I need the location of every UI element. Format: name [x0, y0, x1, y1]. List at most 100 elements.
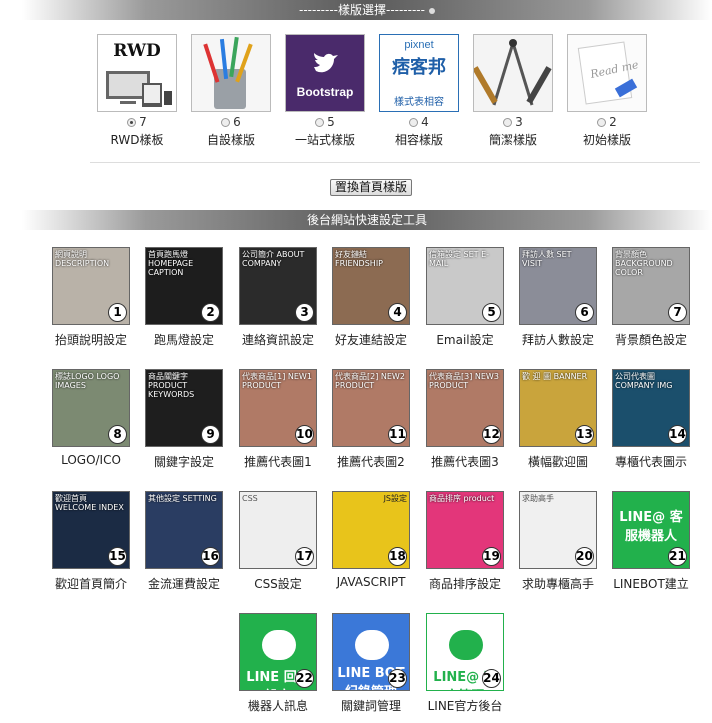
- tool-item-19[interactable]: 商品排序 product 19 商品排序設定: [418, 491, 512, 592]
- tool-label[interactable]: 關鍵字設定: [137, 453, 231, 470]
- tool-caption: 代表商品[3] NEW3 PRODUCT: [429, 372, 499, 390]
- tool-label[interactable]: 拜訪人數設定: [511, 331, 605, 348]
- bootstrap-template-thumb[interactable]: Bootstrap: [285, 34, 365, 112]
- tool-item-6[interactable]: 拜訪人數 SET VISIT 6 拜訪人數設定: [511, 247, 605, 348]
- line-icon: [262, 630, 296, 660]
- tool-caption: 首頁跑馬燈 HOMEPAGE CAPTION: [148, 250, 194, 277]
- tool-thumb-16[interactable]: 其他設定 SETTING 16: [145, 491, 223, 569]
- tool-number-badge: 8: [108, 425, 127, 444]
- tool-label[interactable]: 連絡資訊設定: [231, 331, 325, 348]
- tool-label[interactable]: 推薦代表圖1: [231, 453, 325, 470]
- tool-thumb-22[interactable]: LINE 回應設定22: [239, 613, 317, 691]
- tool-item-1[interactable]: 網頁說明 DESCRIPTION 1 抬頭說明設定: [44, 247, 138, 348]
- tool-item-20[interactable]: 求助高手 20 求助專櫃高手: [511, 491, 605, 592]
- template-radio-compat[interactable]: [409, 118, 419, 127]
- tool-item-21[interactable]: LINE@ 客服機器人 21 LINEBOT建立: [604, 491, 698, 592]
- template-rwd[interactable]: RWD 7 RWD樣板: [90, 34, 184, 148]
- tool-thumb-23[interactable]: LINE BOT 紀錄管理23: [332, 613, 410, 691]
- tool-item-23[interactable]: LINE BOT 紀錄管理23 關鍵詞管理: [324, 613, 418, 714]
- tool-thumb-12[interactable]: 代表商品[3] NEW3 PRODUCT 12: [426, 369, 504, 447]
- tool-label[interactable]: LOGO/ICO: [44, 453, 138, 467]
- tool-label[interactable]: CSS設定: [231, 575, 325, 592]
- tool-item-3[interactable]: 公司簡介 ABOUT COMPANY 3 連絡資訊設定: [231, 247, 325, 348]
- template-radio-custom[interactable]: [221, 118, 231, 127]
- tool-item-18[interactable]: JS設定 18 JAVASCRIPT: [324, 491, 418, 589]
- tool-label[interactable]: Email設定: [418, 331, 512, 348]
- tool-thumb-5[interactable]: 信箱設定 SET E-MAIL 5: [426, 247, 504, 325]
- tool-thumb-24[interactable]: LINE@ 官方管理24: [426, 613, 504, 691]
- tool-thumb-15[interactable]: 歡迎首頁 WELCOME INDEX 15: [52, 491, 130, 569]
- tool-item-15[interactable]: 歡迎首頁 WELCOME INDEX 15 歡迎首頁簡介: [44, 491, 138, 592]
- template-radio-initial[interactable]: [597, 118, 607, 127]
- twitter-bird-icon: [314, 53, 338, 73]
- tool-label[interactable]: 跑馬燈設定: [137, 331, 231, 348]
- tool-thumb-11[interactable]: 代表商品[2] NEW2 PRODUCT 11: [332, 369, 410, 447]
- tool-label[interactable]: 專櫃代表圖示: [604, 453, 698, 470]
- tool-number-badge: 7: [668, 303, 687, 322]
- initial-template-thumb[interactable]: Read me: [567, 34, 647, 112]
- tool-thumb-21[interactable]: LINE@ 客服機器人 21: [612, 491, 690, 569]
- tool-thumb-3[interactable]: 公司簡介 ABOUT COMPANY 3: [239, 247, 317, 325]
- tool-thumb-8[interactable]: 標誌LOGO LOGO IMAGES 8: [52, 369, 130, 447]
- compat-template-thumb[interactable]: pixnet 痞客邦 樣式表相容: [379, 34, 459, 112]
- tool-item-2[interactable]: 首頁跑馬燈 HOMEPAGE CAPTION 2 跑馬燈設定: [137, 247, 231, 348]
- tool-number-badge: 19: [482, 547, 501, 566]
- tool-label[interactable]: 推薦代表圖2: [324, 453, 418, 470]
- template-simple[interactable]: 3 簡潔樣版: [466, 34, 560, 148]
- tool-thumb-18[interactable]: JS設定 18: [332, 491, 410, 569]
- tool-thumb-13[interactable]: 歡 迎 圖 BANNER 13: [519, 369, 597, 447]
- tool-label[interactable]: 金流運費設定: [137, 575, 231, 592]
- template-bootstrap[interactable]: Bootstrap 5 一站式樣版: [278, 34, 372, 148]
- tool-item-24[interactable]: LINE@ 官方管理24 LINE官方後台: [418, 613, 512, 714]
- tool-label[interactable]: 抬頭說明設定: [44, 331, 138, 348]
- tool-thumb-2[interactable]: 首頁跑馬燈 HOMEPAGE CAPTION 2: [145, 247, 223, 325]
- tool-thumb-7[interactable]: 背景顏色 BACKGROUND COLOR 7: [612, 247, 690, 325]
- tool-item-17[interactable]: CSS 17 CSS設定: [231, 491, 325, 592]
- simple-template-thumb[interactable]: [473, 34, 553, 112]
- tool-thumb-4[interactable]: 好友鏈結 FRIENDSHIP 4: [332, 247, 410, 325]
- apply-template-button[interactable]: 置換首頁樣版: [330, 179, 413, 196]
- tool-thumb-19[interactable]: 商品排序 product 19: [426, 491, 504, 569]
- tool-item-9[interactable]: 商品關鍵字 PRODUCT KEYWORDS 9 關鍵字設定: [137, 369, 231, 470]
- tool-label[interactable]: 機器人訊息: [231, 697, 325, 714]
- template-custom[interactable]: 6 自設樣版: [184, 34, 278, 148]
- tool-item-11[interactable]: 代表商品[2] NEW2 PRODUCT 11 推薦代表圖2: [324, 369, 418, 470]
- rwd-template-thumb[interactable]: RWD: [97, 34, 177, 112]
- tool-item-16[interactable]: 其他設定 SETTING 16 金流運費設定: [137, 491, 231, 592]
- tool-item-22[interactable]: LINE 回應設定22 機器人訊息: [231, 613, 325, 714]
- tool-thumb-1[interactable]: 網頁說明 DESCRIPTION 1: [52, 247, 130, 325]
- tool-label[interactable]: 背景顏色設定: [604, 331, 698, 348]
- tool-item-7[interactable]: 背景顏色 BACKGROUND COLOR 7 背景顏色設定: [604, 247, 698, 348]
- template-radio-rwd[interactable]: [127, 118, 137, 127]
- tool-thumb-9[interactable]: 商品關鍵字 PRODUCT KEYWORDS 9: [145, 369, 223, 447]
- tool-item-13[interactable]: 歡 迎 圖 BANNER 13 橫幅歡迎圖: [511, 369, 605, 470]
- template-initial[interactable]: Read me 2 初始樣版: [560, 34, 654, 148]
- tool-label[interactable]: JAVASCRIPT: [324, 575, 418, 589]
- tool-label[interactable]: 橫幅歡迎圖: [511, 453, 605, 470]
- tool-number-badge: 16: [201, 547, 220, 566]
- custom-template-thumb[interactable]: [191, 34, 271, 112]
- tool-label[interactable]: LINE官方後台: [418, 697, 512, 714]
- tool-label[interactable]: LINEBOT建立: [604, 575, 698, 592]
- template-compat[interactable]: pixnet 痞客邦 樣式表相容 4 相容樣版: [372, 34, 466, 148]
- tool-label[interactable]: 商品排序設定: [418, 575, 512, 592]
- tool-label[interactable]: 歡迎首頁簡介: [44, 575, 138, 592]
- tool-thumb-6[interactable]: 拜訪人數 SET VISIT 6: [519, 247, 597, 325]
- tool-item-10[interactable]: 代表商品[1] NEW1 PRODUCT 10 推薦代表圖1: [231, 369, 325, 470]
- tool-item-4[interactable]: 好友鏈結 FRIENDSHIP 4 好友連結設定: [324, 247, 418, 348]
- tool-item-12[interactable]: 代表商品[3] NEW3 PRODUCT 12 推薦代表圖3: [418, 369, 512, 470]
- tool-label[interactable]: 關鍵詞管理: [324, 697, 418, 714]
- tool-thumb-14[interactable]: 公司代表圖 COMPANY IMG 14: [612, 369, 690, 447]
- tool-label[interactable]: 求助專櫃高手: [511, 575, 605, 592]
- tool-item-8[interactable]: 標誌LOGO LOGO IMAGES 8 LOGO/ICO: [44, 369, 138, 467]
- tool-label[interactable]: 推薦代表圖3: [418, 453, 512, 470]
- tool-thumb-20[interactable]: 求助高手 20: [519, 491, 597, 569]
- tool-number-badge: 4: [388, 303, 407, 322]
- tool-item-14[interactable]: 公司代表圖 COMPANY IMG 14 專櫃代表圖示: [604, 369, 698, 470]
- tool-thumb-17[interactable]: CSS 17: [239, 491, 317, 569]
- tool-item-5[interactable]: 信箱設定 SET E-MAIL 5 Email設定: [418, 247, 512, 348]
- template-radio-simple[interactable]: [503, 118, 513, 127]
- template-radio-bootstrap[interactable]: [315, 118, 325, 127]
- tool-thumb-10[interactable]: 代表商品[1] NEW1 PRODUCT 10: [239, 369, 317, 447]
- tool-label[interactable]: 好友連結設定: [324, 331, 418, 348]
